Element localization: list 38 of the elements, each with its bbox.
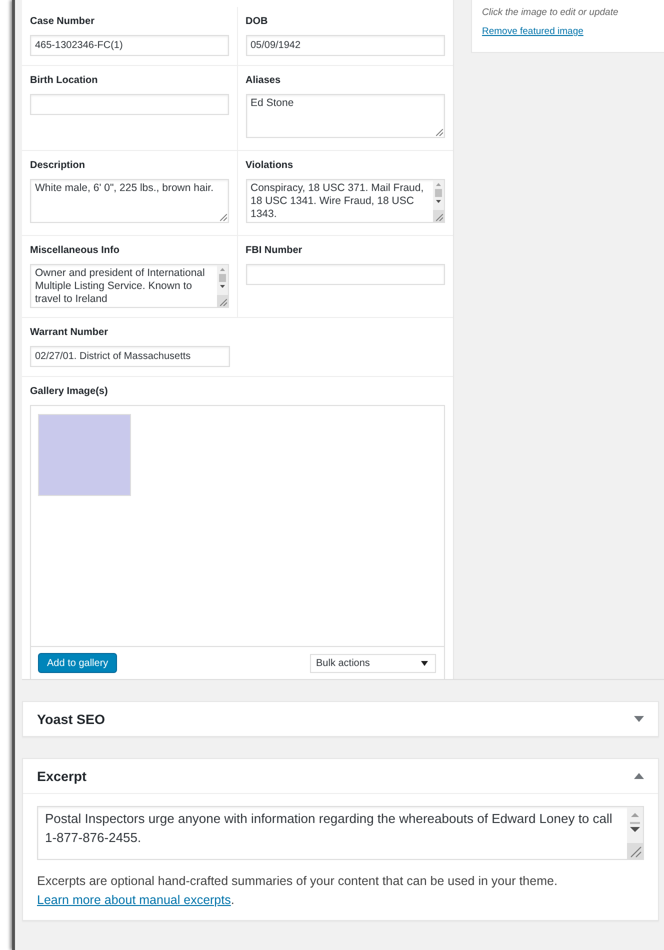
learn-more-link[interactable]: Learn more about manual excerpts <box>37 893 231 907</box>
field-label: Miscellaneous Info <box>30 245 120 257</box>
scrollbar-icon <box>627 807 643 859</box>
panel-title[interactable]: Yoast SEO <box>37 712 106 726</box>
field-label: Case Number <box>30 16 96 28</box>
field-label: Violations <box>246 160 294 172</box>
input-field[interactable]: 02/27/01. District of Massachusetts <box>30 346 230 367</box>
field-label: Description <box>30 160 86 172</box>
input-field[interactable] <box>246 264 445 285</box>
collapse-icon[interactable] <box>634 773 644 779</box>
textarea-field[interactable]: Conspiracy, 18 USC 371. Mail Fraud, 18 USC 1341. Wire Fraud, 18 USC 1343. <box>246 179 445 223</box>
excerpt-textarea[interactable]: Postal Inspectors urge anyone with information regarding the whereabouts of Edward Loney to call 1-877-876-2455. <box>37 806 644 860</box>
scrollbar-icon <box>433 180 444 222</box>
resize-grip-icon[interactable] <box>436 214 443 221</box>
panel-title[interactable]: Excerpt <box>37 768 87 784</box>
field-label: FBI Number <box>246 245 304 257</box>
resize-grip-icon[interactable] <box>220 214 226 221</box>
remove-featured-image-link[interactable]: Remove featured image <box>482 26 654 37</box>
resize-grip-icon[interactable] <box>220 299 226 306</box>
textarea-field[interactable]: Owner and president of International Multiple Listing Service. Known to travel to Ireland <box>30 264 228 308</box>
textarea-field[interactable]: Ed Stone <box>246 94 445 138</box>
input-field[interactable]: 05/09/1942 <box>246 35 445 56</box>
field-label: DOB <box>246 16 269 28</box>
scrollbar-icon <box>216 265 228 307</box>
field-label: Gallery Image(s) <box>30 386 109 398</box>
field-label: Birth Location <box>30 75 99 87</box>
caret-icon <box>421 660 428 666</box>
textarea-field[interactable]: White male, 6' 0", 225 lbs., brown hair. <box>30 179 228 223</box>
resize-grip-icon[interactable] <box>436 129 443 136</box>
expand-icon[interactable] <box>634 716 644 722</box>
field-label: Warrant Number <box>30 327 109 339</box>
help-text: Excerpts are optional hand-crafted summaries of your content that can be used in your theme. Learn more about manual excerpts. <box>37 873 558 909</box>
input-field[interactable] <box>30 94 228 115</box>
input-field[interactable]: 465-1302346-FC(1) <box>30 35 228 56</box>
add-to-gallery-button[interactable]: Add to gallery <box>38 653 118 673</box>
hint-text: Click the image to edit or update <box>482 7 620 18</box>
bulk-actions-select[interactable]: Bulk actions <box>310 654 436 672</box>
field-label: Aliases <box>246 75 282 87</box>
